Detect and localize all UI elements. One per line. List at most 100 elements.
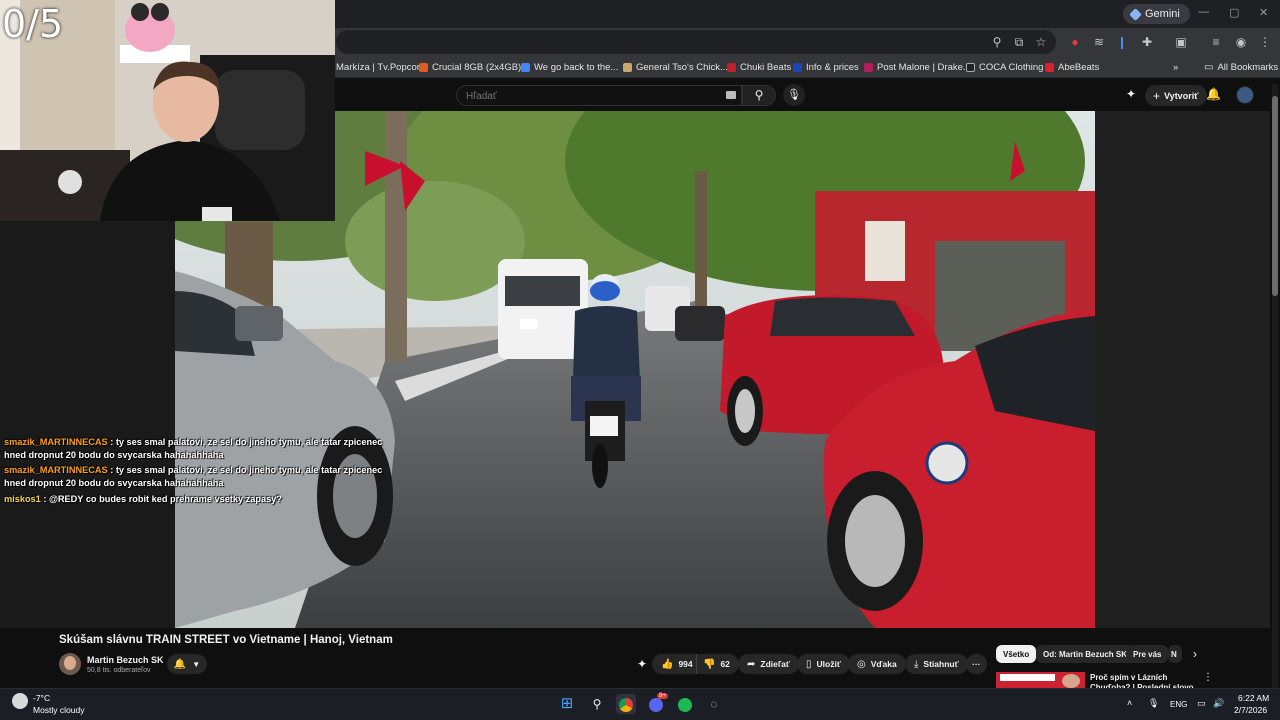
close-icon[interactable]: ✕ xyxy=(1259,6,1268,19)
chat-text: : ty ses smal palatovi, ze sel do jineho… xyxy=(110,437,383,447)
extension-icon[interactable]: ≋ xyxy=(1090,33,1108,51)
player-letterbox-left xyxy=(0,221,175,628)
thanks-label: Vďaka xyxy=(870,659,897,669)
chip-from-channel[interactable]: Od: Martin Bezuch SK xyxy=(1036,645,1135,663)
chip-for-you[interactable]: Pre vás xyxy=(1126,645,1169,663)
bookmarks-overflow-icon[interactable]: » xyxy=(1173,60,1178,74)
install-icon[interactable]: ⧉ xyxy=(1010,33,1028,51)
download-button[interactable]: ⤓ Stiahnuť xyxy=(905,654,968,674)
gemini-icon xyxy=(1129,7,1142,21)
keyboard-icon[interactable] xyxy=(726,91,736,99)
share-button[interactable]: ➦ Zdieľať xyxy=(738,654,799,674)
notifications-bell-icon[interactable]: 🔔 xyxy=(1206,87,1221,101)
video-title: Skúšam slávnu TRAIN STREET vo Vietname |… xyxy=(59,634,393,646)
recommended-thumbnail[interactable] xyxy=(996,672,1085,688)
chat-text: : @REDY co budes robit ked prehrame vset… xyxy=(43,494,282,504)
voice-search-button[interactable]: 🎙 xyxy=(783,84,805,106)
save-button[interactable]: ▯ Uložiť xyxy=(797,654,850,674)
bookmark-label: COCA Clothing xyxy=(979,61,1044,73)
dislike-button[interactable]: 👎 62 xyxy=(696,654,739,674)
search-button[interactable]: ⚲ xyxy=(742,85,776,106)
volume-icon[interactable]: 🔊 xyxy=(1213,698,1224,709)
share-label: Zdieľať xyxy=(760,659,790,669)
extension-blue-icon[interactable]: ❙ xyxy=(1113,33,1131,51)
search-icon: ⚲ xyxy=(754,88,764,102)
channel-name[interactable]: Martin Bezuch SK xyxy=(87,655,164,665)
language-indicator[interactable]: ENG xyxy=(1170,700,1187,709)
weather-temperature[interactable]: -7°C xyxy=(33,693,50,703)
bookmark-item[interactable]: Crucial 8GB (2x4GB)... xyxy=(419,60,529,74)
favicon-icon xyxy=(966,62,975,72)
maximize-icon[interactable]: ▢ xyxy=(1229,6,1239,19)
chip-label: N xyxy=(1171,649,1177,659)
clock-date[interactable]: 2/7/2026 xyxy=(1234,705,1267,715)
mic-icon: 🎙 xyxy=(787,89,801,101)
discord-logo xyxy=(649,697,663,712)
tray-overflow-icon[interactable]: ˄ xyxy=(1127,698,1132,708)
bookmark-label: We go back to the... xyxy=(534,61,619,73)
star-icon[interactable]: ☆ xyxy=(1032,33,1050,51)
save-label: Uložiť xyxy=(816,659,841,669)
microphone-icon[interactable]: 🎙 xyxy=(1148,698,1159,709)
page-scrollbar-thumb[interactable] xyxy=(1272,96,1278,296)
account-avatar[interactable] xyxy=(1236,86,1254,104)
sidepanel-icon[interactable]: ▣ xyxy=(1172,33,1190,51)
download-icon: ⤓ xyxy=(914,658,919,670)
thumbs-down-icon: 👎 xyxy=(703,658,716,670)
reading-list-icon[interactable]: ≡ xyxy=(1207,33,1225,51)
like-button[interactable]: 👍 994 xyxy=(652,654,700,674)
bookmark-item[interactable]: Post Malone | Drake... xyxy=(864,60,971,74)
minimize-icon[interactable]: — xyxy=(1198,6,1209,18)
recommended-menu-icon[interactable]: ⋮ xyxy=(1203,672,1213,683)
app-icon[interactable]: ◌ xyxy=(704,694,724,714)
chat-message: smazik_MARTINNECAS : ty ses smal palatov… xyxy=(4,465,382,475)
search-input[interactable] xyxy=(457,87,741,106)
extensions-puzzle-icon[interactable]: ✚ xyxy=(1138,33,1156,51)
bookmark-item[interactable]: Info & prices xyxy=(793,60,859,74)
clock-time[interactable]: 6:22 AM xyxy=(1238,693,1269,703)
chat-username: smazik_MARTINNECAS xyxy=(4,465,108,475)
spotify-icon[interactable] xyxy=(675,694,695,714)
chrome-icon[interactable] xyxy=(616,694,636,714)
bookmark-item[interactable]: General Tso's Chick... xyxy=(623,60,728,74)
bookmark-item[interactable]: Chuki Beats xyxy=(727,60,791,74)
search-box[interactable] xyxy=(456,85,742,106)
recommended-title[interactable]: Proč spím v Lázních Chuďoba? | Poslední … xyxy=(1090,673,1202,689)
menu-icon[interactable]: ⋮ xyxy=(1256,33,1274,51)
avatar-face xyxy=(64,656,76,670)
zoom-icon[interactable]: ⚲ xyxy=(988,33,1006,51)
bookmark-item[interactable]: COCA Clothing xyxy=(966,60,1043,74)
address-bar[interactable] xyxy=(336,30,1056,54)
bookmark-item[interactable]: We go back to the... xyxy=(521,60,618,74)
subscribed-button[interactable]: 🔔 ▼ xyxy=(167,654,207,674)
bookmark-label: Crucial 8GB (2x4GB)... xyxy=(432,61,530,73)
sparkle-icon[interactable]: ✦ xyxy=(1126,87,1136,101)
all-bookmarks[interactable]: ▭ All Bookmarks xyxy=(1204,60,1278,74)
player-letterbox-right xyxy=(1095,111,1270,628)
more-actions-button[interactable]: ··· xyxy=(966,654,987,674)
screen: Gemini — ▢ ✕ ⚲ ⧉ ☆ ● ≋ ❙ ✚ ▣ ≡ ◉ ⋮ Markí… xyxy=(0,0,1280,720)
bookmark-item[interactable]: AbeBeats xyxy=(1045,60,1099,74)
extension-red-icon[interactable]: ● xyxy=(1066,33,1084,51)
weather-icon[interactable] xyxy=(12,693,28,709)
start-icon[interactable]: ⊞ xyxy=(557,694,577,714)
channel-avatar[interactable] xyxy=(59,653,81,675)
ai-sparkle-icon[interactable]: ✦ xyxy=(637,657,647,671)
chip-all[interactable]: Všetko xyxy=(996,645,1037,663)
favicon-icon xyxy=(793,62,802,72)
bookmark-icon: ▯ xyxy=(806,658,812,670)
chat-username: miskos1 xyxy=(4,494,41,504)
chevron-right-icon[interactable]: › xyxy=(1193,647,1197,661)
bookmark-item[interactable]: Markíza | Tv.Popcor... xyxy=(336,60,427,74)
thanks-button[interactable]: ◎ Vďaka xyxy=(848,654,906,674)
chip-label: Pre vás xyxy=(1133,649,1162,659)
create-button[interactable]: + Vytvoriť xyxy=(1145,85,1207,106)
profile-icon[interactable]: ◉ xyxy=(1232,33,1250,51)
chip-partial[interactable]: N xyxy=(1168,645,1182,663)
taskbar-search-icon[interactable]: ⚲ xyxy=(587,694,607,714)
favicon-icon xyxy=(419,62,428,72)
network-icon[interactable]: ▭ xyxy=(1197,698,1206,709)
gemini-button[interactable]: Gemini xyxy=(1123,4,1190,24)
folder-icon: ▭ xyxy=(1204,61,1214,73)
weather-description[interactable]: Mostly cloudy xyxy=(33,705,85,715)
